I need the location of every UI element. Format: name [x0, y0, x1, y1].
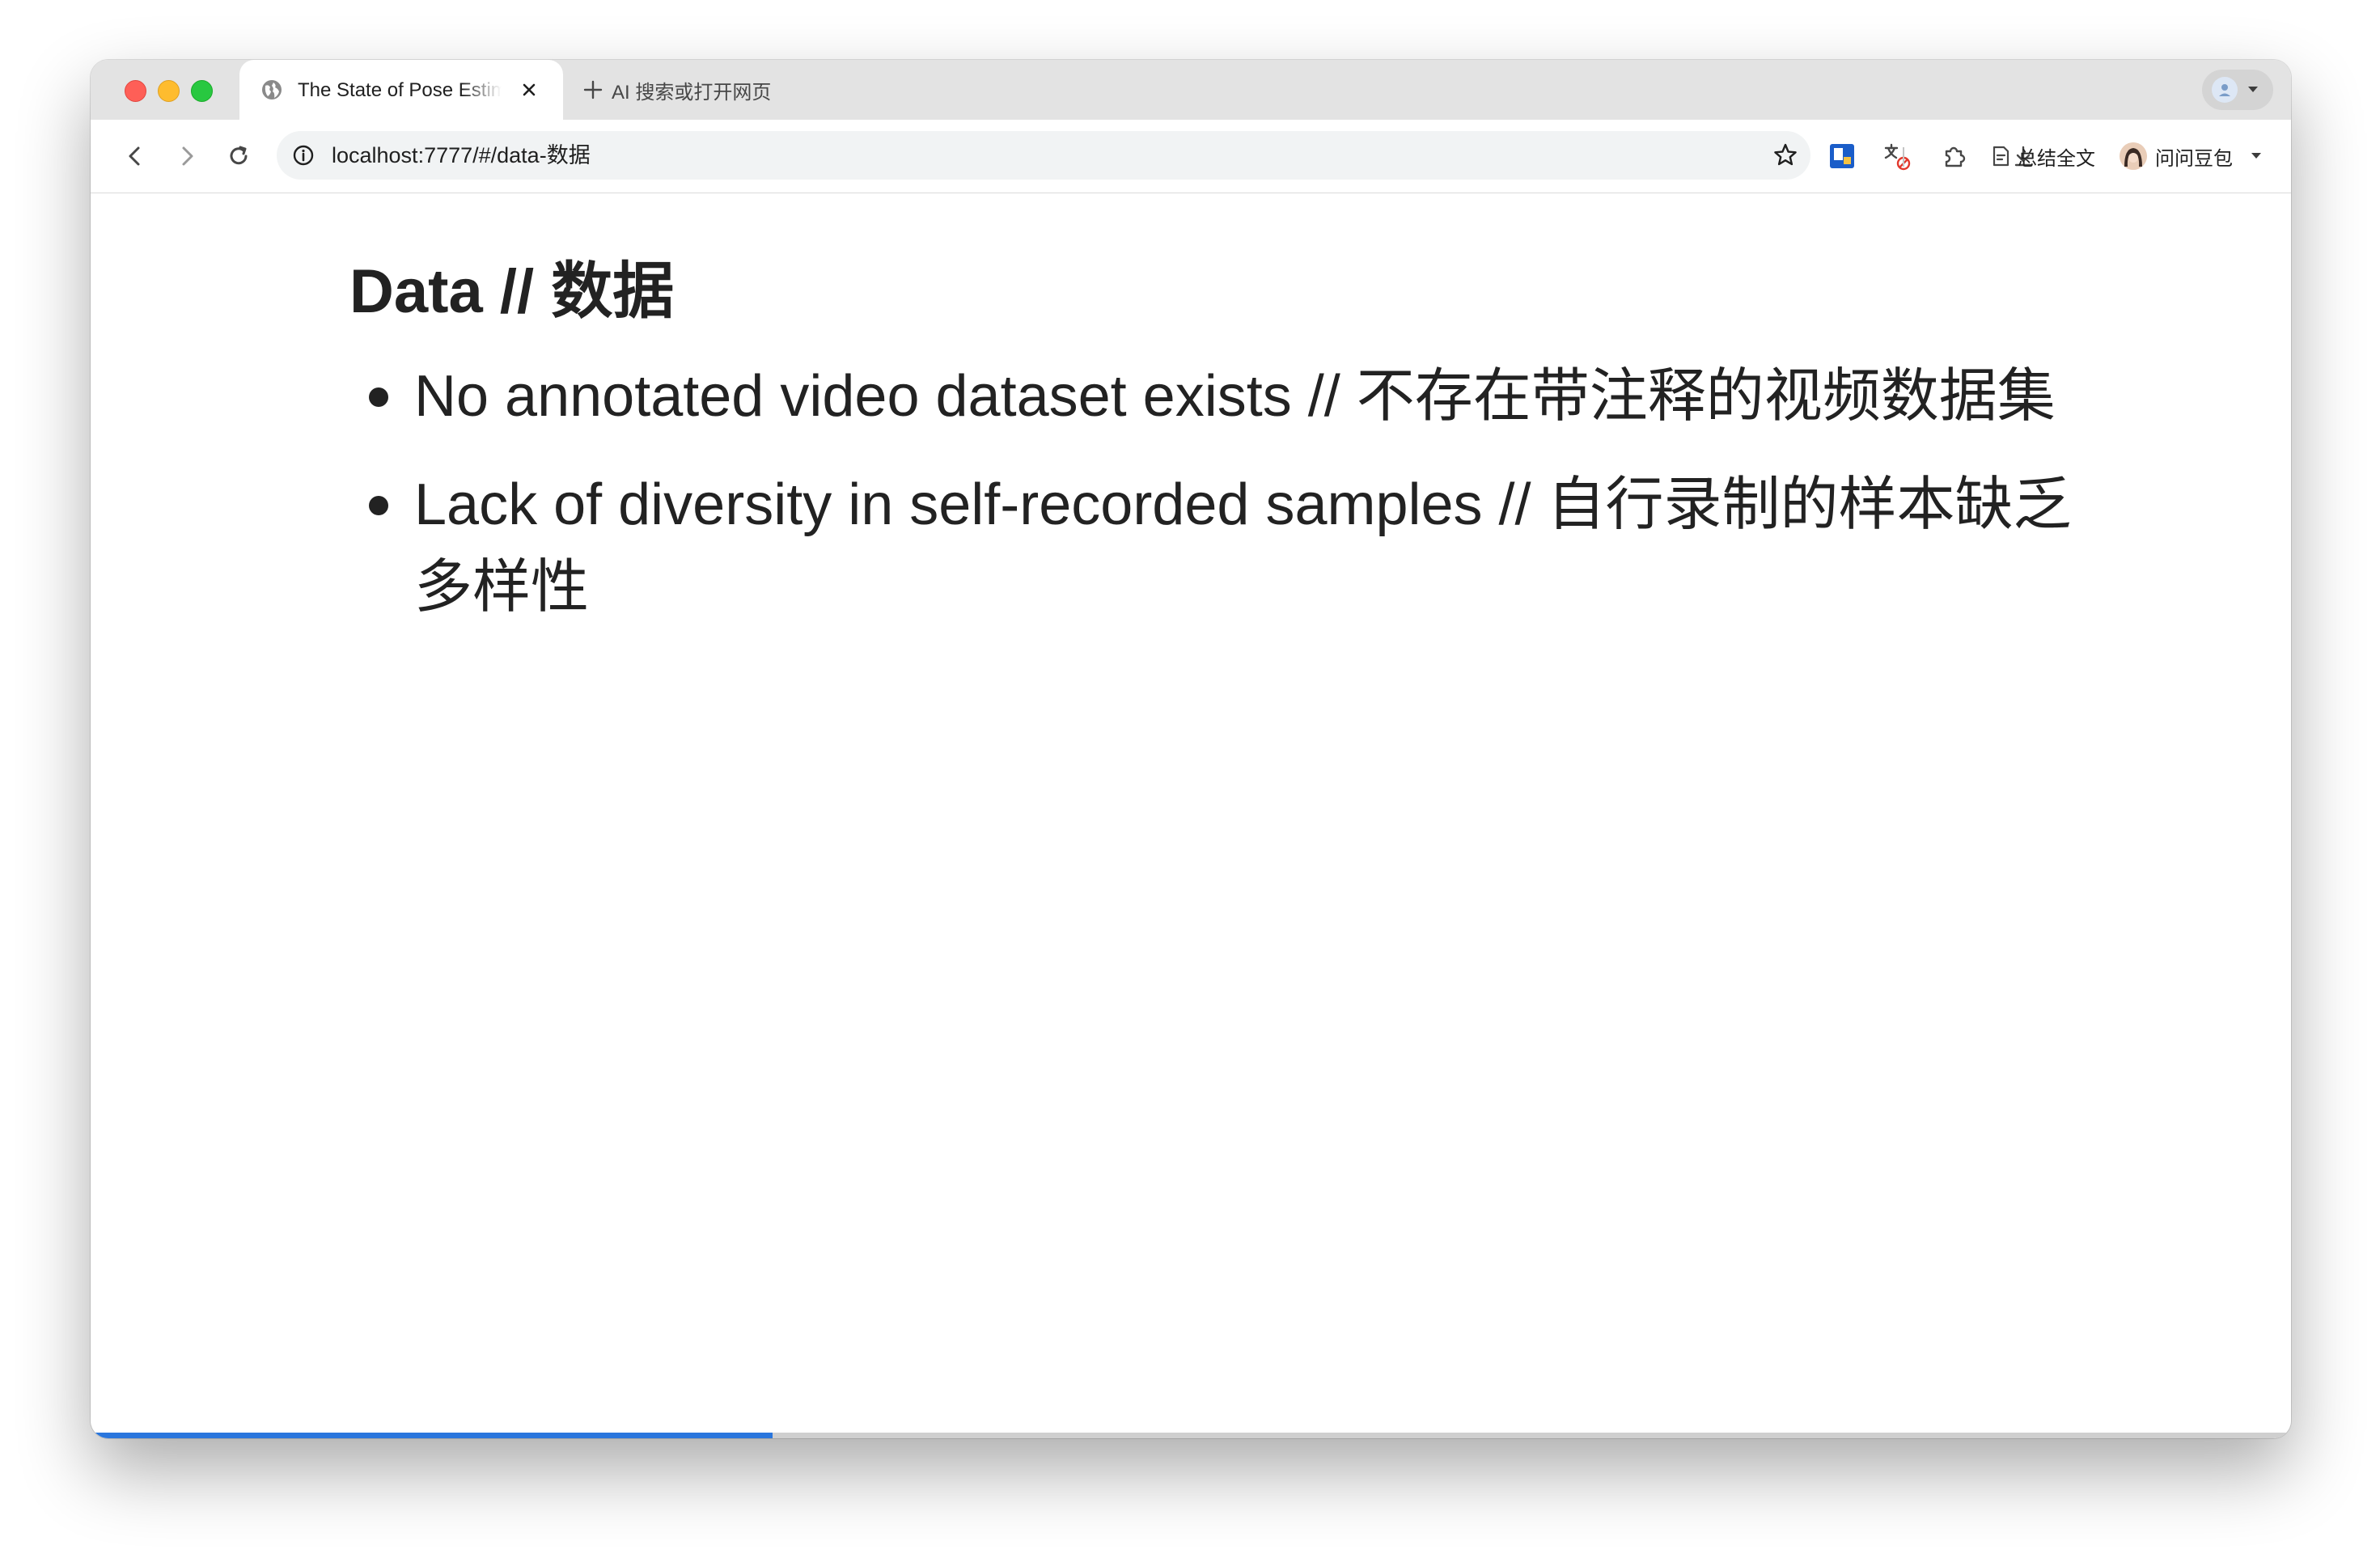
summarize-button[interactable]: 总结全文 — [1988, 141, 2095, 171]
close-icon[interactable] — [518, 78, 540, 101]
assistant-avatar-icon — [2120, 142, 2147, 170]
star-icon[interactable] — [1772, 142, 1799, 169]
zoom-window-button[interactable] — [191, 80, 213, 102]
tab-active[interactable]: The State of Pose Estimation — [239, 60, 563, 120]
bullet-item: No annotated video dataset exists // 不存在… — [369, 355, 2097, 438]
url-text[interactable]: localhost:7777/#/data-数据 — [332, 142, 591, 168]
extension-icon[interactable] — [1827, 141, 1857, 171]
bullet-dot — [369, 496, 388, 515]
bullet-text: No annotated video dataset exists // 不存在… — [414, 364, 2056, 429]
assistant-label: 问问豆包 — [2155, 147, 2233, 170]
back-icon[interactable] — [120, 141, 150, 171]
slide-title: Data // 数据 — [349, 257, 675, 326]
browser-toolbar: localhost:7777/#/data-数据 总结全文 问问豆包 — [91, 120, 2291, 193]
progress-bar — [91, 1433, 2291, 1438]
close-window-button[interactable] — [125, 80, 146, 102]
chevron-down-icon[interactable] — [2251, 152, 2262, 160]
bullet-text: Lack of diversity in self-recorded sampl… — [414, 472, 2072, 620]
browser-window: The State of Pose Estimation AI 搜索或打开网页 — [91, 60, 2291, 1438]
bullet-item: Lack of diversity in self-recorded sampl… — [369, 464, 2097, 629]
reload-icon[interactable] — [223, 141, 254, 171]
puzzle-icon[interactable] — [1938, 141, 1969, 171]
forward-icon[interactable] — [172, 141, 202, 171]
translate-icon[interactable] — [1882, 141, 1912, 171]
info-icon[interactable] — [291, 143, 315, 167]
assistant-button[interactable]: 问问豆包 — [2120, 139, 2262, 173]
slide-viewport: Data // 数据 No annotated video dataset ex… — [91, 193, 2291, 1438]
address-bar[interactable]: localhost:7777/#/data-数据 — [277, 131, 1810, 180]
tab-strip: The State of Pose Estimation AI 搜索或打开网页 — [91, 60, 2291, 120]
toolbar-divider — [1903, 147, 1904, 167]
document-icon — [1993, 146, 2009, 167]
bullet-list: No annotated video dataset exists // 不存在… — [369, 355, 2097, 654]
tab-title: The State of Pose Estimation — [298, 79, 502, 101]
globe-icon — [262, 80, 282, 99]
new-tab-label: AI 搜索或打开网页 — [612, 81, 772, 104]
profile-menu-button[interactable] — [2202, 70, 2273, 110]
bullet-dot — [369, 387, 388, 407]
chevron-down-icon — [2248, 87, 2258, 92]
plus-icon — [583, 80, 603, 99]
minimize-window-button[interactable] — [158, 80, 180, 102]
summarize-label: 总结全文 — [2018, 147, 2095, 170]
new-tab-button[interactable]: AI 搜索或打开网页 — [582, 76, 771, 104]
progress-fill — [91, 1433, 773, 1438]
profile-avatar-icon — [2212, 77, 2238, 103]
